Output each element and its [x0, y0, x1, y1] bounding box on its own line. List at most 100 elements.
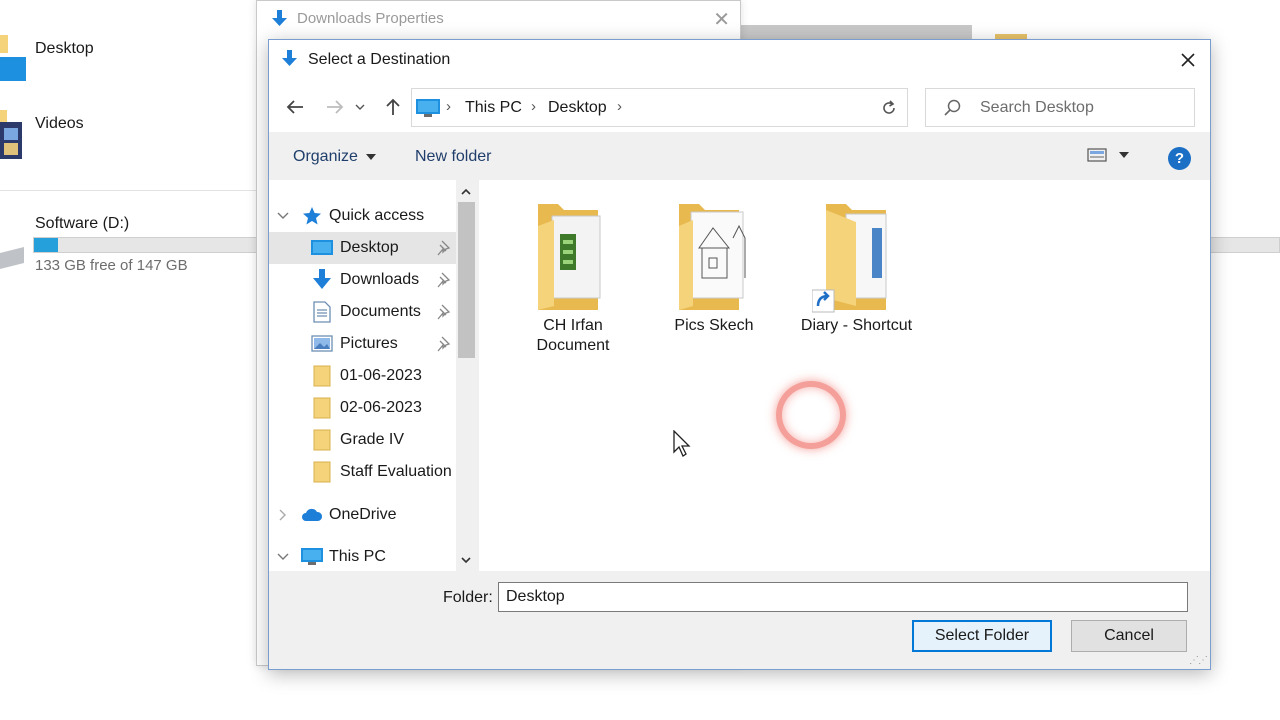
nav-label: Quick access — [329, 207, 425, 224]
navigation-pane: Quick access Desktop Downloads Documents — [269, 180, 476, 571]
nav-scrollbar[interactable] — [456, 180, 476, 571]
video-icon — [0, 110, 22, 159]
breadcrumb-separator: › — [531, 98, 536, 115]
folder-item[interactable]: Diary - Shortcut — [799, 198, 914, 336]
folder-icon — [311, 365, 333, 387]
folder-name: CH Irfan Document — [536, 317, 610, 354]
folder-icon — [311, 461, 333, 483]
arrow-up-icon — [386, 98, 400, 115]
chevron-down-icon — [461, 556, 471, 563]
properties-title: Downloads Properties — [297, 10, 444, 27]
resize-grip[interactable]: ⋰⋰ — [1189, 655, 1208, 666]
drive-usage-bar — [33, 237, 273, 253]
chevron-down-icon — [355, 104, 365, 110]
nav-label: Pictures — [340, 335, 398, 352]
download-arrow-icon — [272, 10, 287, 26]
organize-label: Organize — [293, 148, 358, 165]
select-destination-dialog: Select a Destination › This PC › Desktop… — [268, 39, 1211, 670]
chevron-down-icon[interactable] — [277, 551, 289, 563]
bg-right-drive-bar — [1210, 237, 1280, 253]
search-placeholder: Search Desktop — [980, 99, 1094, 116]
folder-field[interactable] — [498, 582, 1188, 612]
nav-item-folder-02-06-2023[interactable]: 02-06-2023 — [269, 392, 456, 424]
folder-icon — [311, 397, 333, 419]
nav-label: Desktop — [340, 239, 399, 256]
arrow-left-icon — [286, 100, 303, 114]
folder-icon — [528, 198, 618, 318]
address-bar[interactable]: › This PC › Desktop › — [411, 88, 996, 127]
cancel-button[interactable]: Cancel — [1071, 620, 1187, 652]
caret-down-icon — [365, 154, 376, 160]
documents-icon — [311, 301, 333, 323]
cloud-icon — [301, 504, 323, 526]
drive-usage-fill — [34, 238, 58, 252]
title-bar: Select a Destination — [269, 40, 1210, 80]
chevron-down-icon[interactable] — [277, 210, 289, 222]
nav-item-folder-01-06-2023[interactable]: 01-06-2023 — [269, 360, 456, 392]
nav-label: Grade IV — [340, 431, 405, 448]
nav-item-quick-access[interactable]: Quick access — [269, 200, 456, 232]
pin-icon — [437, 336, 451, 352]
new-folder-label: New folder — [415, 148, 492, 165]
properties-close-button[interactable]: ✕ — [713, 7, 730, 32]
click-indicator — [776, 381, 846, 449]
bg-divider — [0, 190, 260, 191]
scroll-up-button[interactable] — [456, 182, 476, 200]
select-folder-button[interactable]: Select Folder — [912, 620, 1052, 652]
search-icon — [944, 99, 961, 116]
bg-partial-bar — [740, 25, 972, 39]
close-icon — [1181, 53, 1195, 67]
back-button[interactable] — [282, 94, 308, 120]
pin-icon — [437, 304, 451, 320]
forward-button[interactable] — [322, 94, 348, 120]
bg-videos-label: Videos — [35, 115, 84, 132]
computer-icon — [416, 99, 440, 117]
nav-item-this-pc[interactable]: This PC — [269, 541, 456, 571]
search-input[interactable]: Search Desktop — [925, 88, 1195, 127]
desktop-icon — [311, 237, 333, 259]
nav-label: Documents — [340, 303, 421, 320]
download-icon — [311, 269, 333, 291]
folder-name: Pics Skech — [674, 317, 754, 334]
close-button[interactable] — [1166, 40, 1210, 80]
folder-icon — [811, 198, 902, 318]
nav-item-downloads[interactable]: Downloads — [269, 264, 456, 296]
chevron-right-icon[interactable] — [277, 509, 289, 521]
breadcrumb-separator: › — [446, 98, 451, 115]
bg-drive-label: Software (D:) — [35, 215, 130, 232]
nav-label: This PC — [329, 548, 386, 565]
scroll-thumb[interactable] — [458, 202, 475, 358]
nav-item-folder-grade-iv[interactable]: Grade IV — [269, 424, 456, 456]
nav-item-onedrive[interactable]: OneDrive — [269, 499, 456, 531]
organize-button[interactable]: Organize — [293, 148, 376, 166]
dialog-title: Select a Destination — [308, 51, 451, 68]
folder-item[interactable]: CH Irfan Document — [518, 198, 628, 356]
arrow-right-icon — [327, 100, 344, 114]
up-button[interactable] — [380, 94, 406, 120]
folder-name: Diary - Shortcut — [800, 317, 913, 334]
nav-item-pictures[interactable]: Pictures — [269, 328, 456, 360]
refresh-button[interactable] — [870, 88, 908, 127]
breadcrumb-this-pc[interactable]: This PC — [465, 99, 522, 117]
mouse-cursor-icon — [673, 430, 691, 457]
content-pane: CH Irfan Document Pics Skech Diary - Sho… — [479, 180, 1210, 571]
recent-locations-button[interactable] — [353, 94, 367, 120]
nav-label: 02-06-2023 — [340, 399, 422, 416]
change-view-button[interactable] — [1087, 147, 1129, 163]
help-button[interactable]: ? — [1168, 147, 1191, 170]
nav-item-folder-staff-evaluation[interactable]: Staff Evaluation — [269, 456, 456, 488]
nav-item-desktop[interactable]: Desktop — [269, 232, 456, 264]
caret-down-icon — [1119, 152, 1129, 158]
bg-desktop-label: Desktop — [35, 40, 94, 57]
folder-field-label: Folder: — [443, 589, 493, 606]
help-icon: ? — [1174, 150, 1185, 167]
shortcut-arrow-icon — [811, 289, 834, 313]
new-folder-button[interactable]: New folder — [415, 148, 491, 166]
drive-icon — [0, 247, 24, 269]
folder-item[interactable]: Pics Skech — [659, 198, 769, 336]
scroll-down-button[interactable] — [456, 551, 476, 569]
nav-label: Staff Evaluation — [340, 463, 452, 480]
breadcrumb-desktop[interactable]: Desktop — [548, 99, 607, 117]
nav-item-documents[interactable]: Documents — [269, 296, 456, 328]
desktop-icon — [0, 35, 26, 81]
